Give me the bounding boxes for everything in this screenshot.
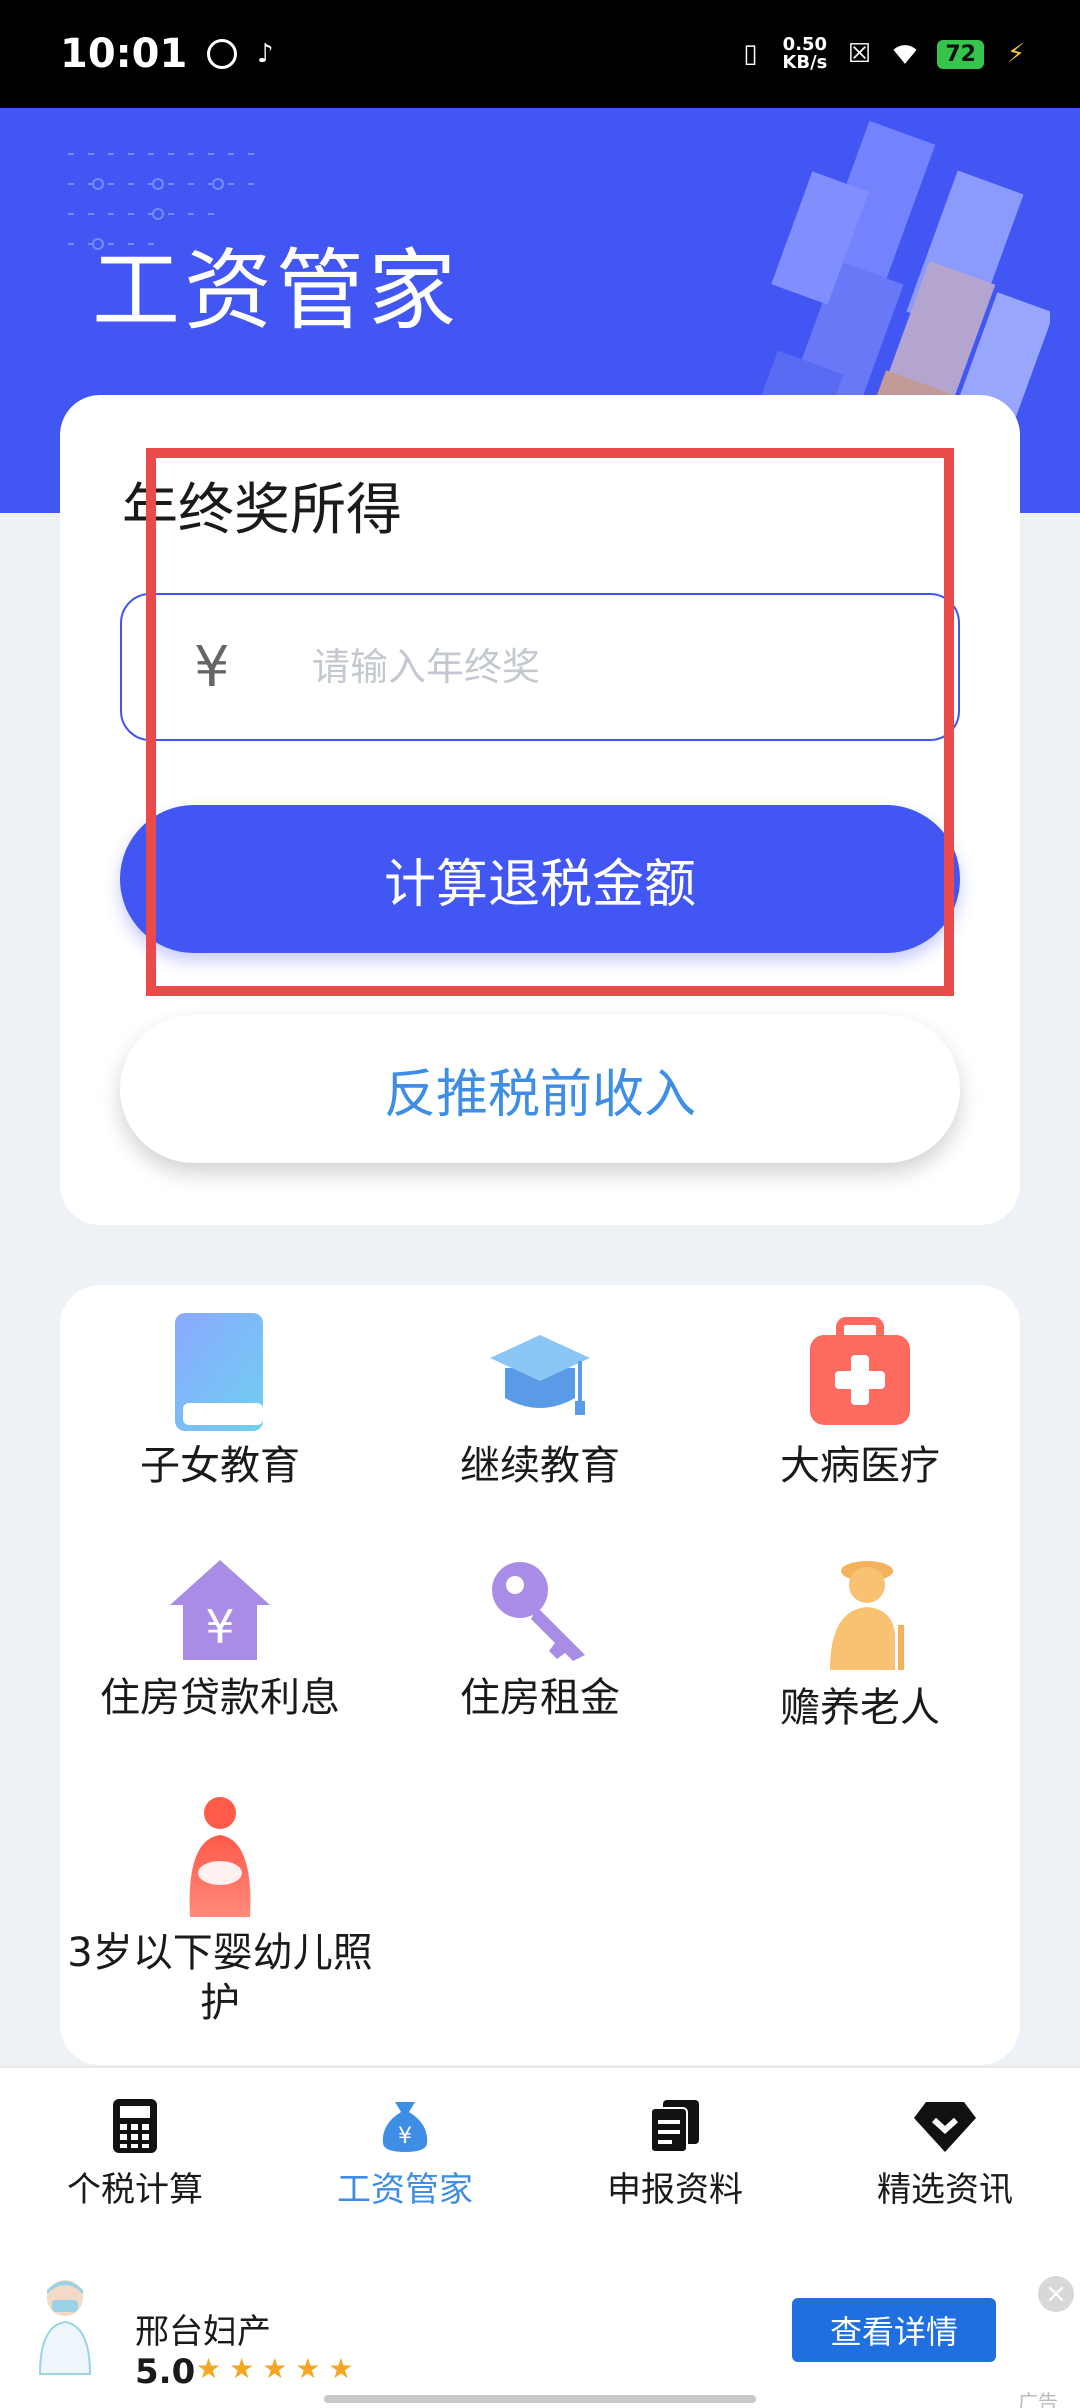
graduation-cap-icon (490, 1335, 590, 1415)
key-icon (492, 1562, 585, 1661)
money-bag-icon: ¥ (382, 2102, 428, 2152)
svg-text:¥: ¥ (205, 1600, 234, 1654)
nav-label: 申报资料 (607, 2170, 743, 2210)
ad-tag: 广告 (1018, 2390, 1058, 2408)
tiktok-icon: ♪ (257, 39, 274, 69)
bottom-nav: 个税计算 ¥ 工资管家 申报资料 精选资讯 (0, 2066, 1080, 2236)
house-yen-icon: ¥ (170, 1560, 270, 1660)
nav-salary-manager[interactable]: ¥ 工资管家 (270, 2068, 540, 2236)
battery-level: 72 (937, 39, 984, 69)
status-right: ▯ 0.50 KB/s ☒ 72 ⚡ (736, 36, 1030, 72)
app-notification-icon (207, 39, 238, 69)
nav-tax-calc[interactable]: 个税计算 (0, 2068, 270, 2236)
nav-label: 工资管家 (337, 2170, 473, 2210)
documents-icon (650, 2100, 699, 2153)
deduction-label: 继续教育 (460, 1443, 620, 1489)
nav-label: 个税计算 (67, 2170, 203, 2210)
charging-icon: ⚡ (1006, 39, 1026, 69)
book-icon (175, 1313, 263, 1431)
elderly-icon (830, 1561, 904, 1670)
deduction-elderly-support[interactable]: 赡养老人 (700, 1555, 1020, 1733)
star-rating-icon: ★★★★★ (196, 2352, 362, 2385)
deduction-housing-rent[interactable]: 住房租金 (380, 1555, 700, 1723)
ad-banner[interactable]: 邢台妇产 5.0 ★★★★★ 查看详情 × 广告 (0, 2236, 1080, 2408)
wifi-icon (891, 40, 919, 68)
page-title: 工资管家 (92, 239, 461, 342)
deduction-label: 住房租金 (460, 1675, 620, 1721)
nav-filing-docs[interactable]: 申报资料 (540, 2068, 810, 2236)
deduction-label: 大病医疗 (780, 1443, 940, 1489)
highlight-box (146, 448, 954, 996)
reverse-income-button[interactable]: 反推税前收入 (120, 1015, 960, 1163)
close-icon[interactable]: × (1038, 2276, 1074, 2312)
medical-kit-icon (810, 1317, 910, 1425)
doctor-avatar (38, 2280, 92, 2375)
deduction-label: 3岁以下婴幼儿照护 (67, 1930, 373, 2026)
ad-rating: 5.0 (135, 2352, 196, 2392)
mother-baby-icon (189, 1797, 251, 1917)
vibrate-icon: ▯ (743, 39, 758, 69)
deduction-continuing-education[interactable]: 继续教育 (380, 1313, 700, 1491)
ad-title: 邢台妇产 (135, 2312, 271, 2352)
deductions-card: 子女教育 继续教育 大病医疗 ¥ 住房贷款利息 住房租金 赡养老人 3岁以下婴幼… (60, 1285, 1020, 2065)
svg-text:¥: ¥ (398, 2124, 412, 2149)
deduction-housing-loan-interest[interactable]: ¥ 住房贷款利息 (60, 1555, 380, 1723)
deduction-label: 住房贷款利息 (100, 1675, 340, 1721)
calculator-icon (113, 2099, 157, 2153)
deduction-serious-illness[interactable]: 大病医疗 (700, 1313, 1020, 1491)
no-sim-icon: ☒ (847, 39, 872, 69)
status-bar: 10:01 ♪ ▯ 0.50 KB/s ☒ 72 ⚡ (0, 0, 1080, 108)
view-details-button[interactable]: 查看详情 (792, 2298, 996, 2362)
nav-label: 精选资讯 (877, 2170, 1013, 2210)
nav-featured-news[interactable]: 精选资讯 (810, 2068, 1080, 2236)
deduction-child-education[interactable]: 子女教育 (60, 1313, 380, 1491)
network-speed-unit: KB/s (782, 52, 828, 73)
deduction-infant-care[interactable]: 3岁以下婴幼儿照护 (60, 1795, 380, 2028)
deduction-label: 子女教育 (140, 1443, 300, 1489)
deduction-label: 赡养老人 (780, 1685, 940, 1731)
status-time: 10:01 (60, 31, 188, 77)
network-speed: 0.50 KB/s (782, 36, 827, 72)
news-icon (914, 2102, 976, 2152)
home-indicator[interactable] (324, 2395, 756, 2403)
